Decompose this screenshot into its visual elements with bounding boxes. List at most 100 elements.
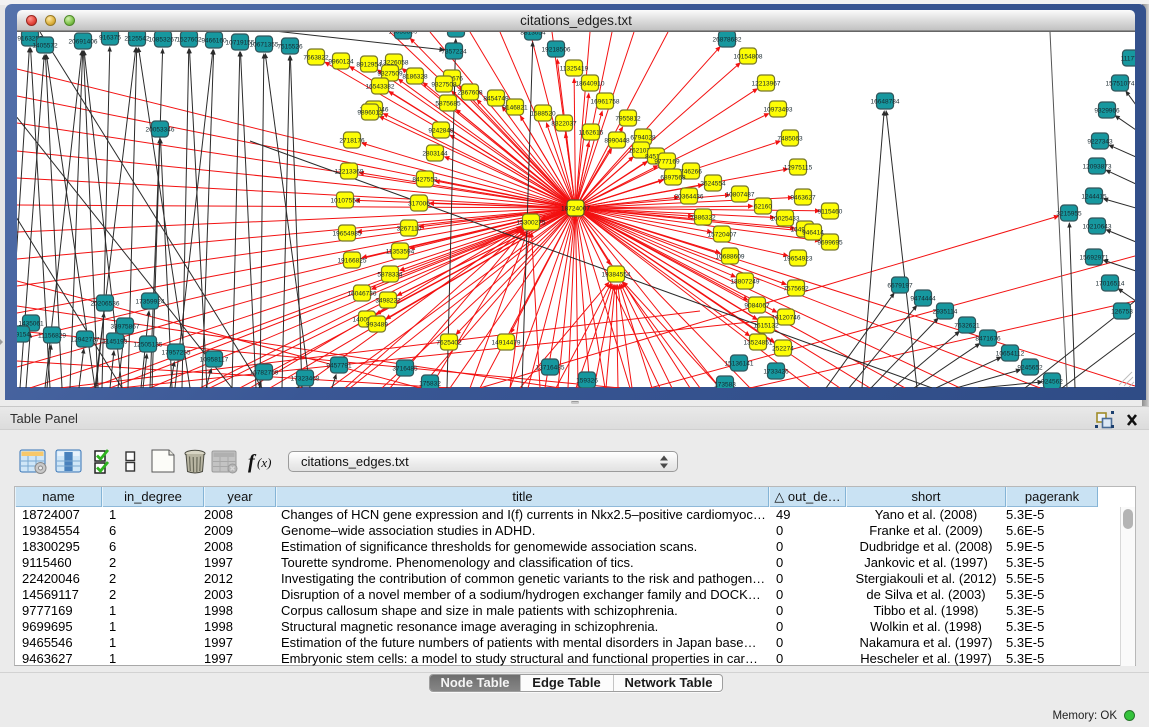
svg-text:9896012: 9896012: [357, 109, 383, 116]
svg-text:17359924: 17359924: [136, 298, 165, 305]
svg-text:9699695: 9699695: [817, 239, 843, 246]
svg-text:175832: 175832: [419, 380, 441, 387]
svg-text:10958117: 10958117: [200, 356, 229, 363]
svg-text:1588520: 1588520: [530, 110, 556, 117]
svg-text:12942737: 12942737: [71, 336, 100, 343]
svg-text:924562: 924562: [1041, 378, 1063, 385]
svg-text:7955812: 7955812: [615, 115, 641, 122]
svg-text:173583: 173583: [714, 381, 736, 388]
svg-text:13524851: 13524851: [744, 339, 773, 346]
svg-text:15720407: 15720407: [708, 231, 737, 238]
svg-text:39154: 39154: [17, 331, 30, 338]
svg-text:9960124: 9960124: [328, 58, 354, 65]
svg-text:12093873: 12093873: [1083, 163, 1112, 170]
svg-text:126753: 126753: [1111, 308, 1133, 315]
svg-text:6794028: 6794028: [630, 134, 656, 141]
svg-text:15751074: 15751074: [1106, 80, 1135, 87]
svg-text:9115460: 9115460: [818, 208, 843, 215]
svg-text:16543382: 16543382: [366, 83, 395, 90]
svg-text:18640910: 18640910: [576, 80, 605, 87]
svg-text:2125542: 2125542: [124, 35, 150, 42]
svg-text:1162615: 1162615: [579, 129, 604, 136]
svg-text:317006: 317006: [408, 200, 430, 207]
svg-text:14914479: 14914479: [492, 339, 521, 346]
svg-text:19654985: 19654985: [333, 230, 362, 237]
svg-text:13716485: 13716485: [536, 364, 565, 371]
svg-text:20206536: 20206536: [91, 300, 120, 307]
svg-text:10654112: 10654112: [996, 350, 1025, 357]
svg-text:7625402: 7625402: [436, 339, 462, 346]
svg-text:8990448: 8990448: [604, 137, 630, 144]
svg-text:5875685: 5875685: [435, 100, 461, 107]
svg-text:6897568: 6897568: [660, 174, 686, 181]
svg-text:15692971: 15692971: [1080, 254, 1109, 261]
svg-text:10671355: 10671355: [250, 41, 279, 48]
svg-text:9227343: 9227343: [1087, 138, 1113, 145]
svg-text:10210643: 10210643: [1083, 223, 1112, 230]
svg-text:9146821: 9146821: [502, 104, 528, 111]
svg-text:16120746: 16120746: [772, 314, 801, 321]
svg-text:12975115: 12975115: [784, 164, 813, 171]
svg-text:12213967: 12213967: [752, 80, 781, 87]
svg-text:12505135: 12505135: [134, 341, 163, 348]
svg-text:19384554: 19384554: [602, 271, 631, 278]
svg-text:946414: 946414: [802, 229, 824, 236]
svg-text:16782759: 16782759: [250, 369, 279, 376]
svg-text:7515526: 7515526: [277, 43, 303, 50]
svg-text:3267110: 3267110: [397, 225, 422, 232]
svg-text:10853267: 10853267: [149, 36, 178, 43]
svg-text:9463627: 9463627: [790, 194, 816, 201]
svg-text:8186328: 8186328: [402, 73, 428, 80]
svg-text:9327508: 9327508: [431, 81, 457, 88]
svg-text:19654923: 19654923: [784, 255, 813, 262]
svg-text:f: f: [248, 451, 257, 473]
svg-text:26878682: 26878682: [713, 36, 742, 43]
svg-text:1527602: 1527602: [176, 36, 202, 43]
svg-text:10154808: 10154808: [734, 53, 763, 60]
svg-text:8427552: 8427552: [412, 176, 438, 183]
svg-text:993489: 993489: [366, 321, 388, 328]
svg-text:3498222: 3498222: [375, 297, 401, 304]
svg-text:10107553: 10107553: [331, 197, 360, 204]
svg-text:159326: 159326: [576, 377, 598, 384]
svg-text:17016514: 17016514: [1096, 280, 1125, 287]
svg-text:62160: 62160: [754, 203, 772, 210]
svg-text:9329966: 9329966: [1094, 107, 1120, 114]
svg-text:16648784: 16648784: [871, 98, 900, 105]
svg-text:9466160: 9466160: [201, 37, 227, 44]
svg-text:8912954: 8912954: [356, 61, 382, 68]
svg-text:20053346: 20053346: [146, 126, 175, 133]
svg-text:252274: 252274: [772, 345, 794, 352]
svg-text:9242848: 9242848: [428, 127, 454, 134]
svg-text:16961758: 16961758: [591, 98, 620, 105]
svg-text:9245652: 9245652: [1017, 364, 1043, 371]
svg-text:1733426: 1733426: [763, 368, 789, 375]
svg-text:2718176: 2718176: [339, 137, 365, 144]
svg-text:9084067: 9084067: [744, 302, 770, 309]
svg-text:8813054: 8813054: [520, 32, 546, 36]
svg-text:8471676: 8471676: [975, 335, 1001, 342]
svg-text:20364436: 20364436: [675, 193, 704, 200]
svg-text:17957255: 17957255: [162, 349, 191, 356]
svg-text:1615132: 1615132: [753, 322, 779, 329]
svg-text:3624554: 3624554: [700, 180, 726, 187]
svg-text:3716485: 3716485: [392, 365, 418, 372]
svg-text:11353594: 11353594: [386, 248, 415, 255]
svg-text:7485063: 7485063: [777, 135, 803, 142]
svg-text:8322037: 8322037: [551, 120, 577, 127]
svg-text:7663822: 7663822: [303, 54, 329, 61]
svg-text:11156829: 11156829: [38, 332, 66, 339]
svg-text:5878334: 5878334: [377, 271, 403, 278]
svg-text:1244415: 1244415: [1081, 193, 1107, 200]
svg-text:2367608: 2367608: [457, 89, 483, 96]
svg-text:6679197: 6679197: [887, 282, 913, 289]
svg-text:11325419: 11325419: [560, 65, 589, 72]
svg-text:7632621: 7632621: [954, 322, 980, 329]
svg-text:18807249: 18807249: [731, 278, 760, 285]
svg-text:10807487: 10807487: [726, 191, 755, 198]
svg-text:16046736: 16046736: [348, 290, 377, 297]
svg-text:3215955: 3215955: [1056, 210, 1082, 217]
svg-text:7575692: 7575692: [783, 285, 809, 292]
svg-text:16033809: 16033809: [389, 32, 418, 35]
svg-text:8813054: 8813054: [443, 32, 469, 33]
